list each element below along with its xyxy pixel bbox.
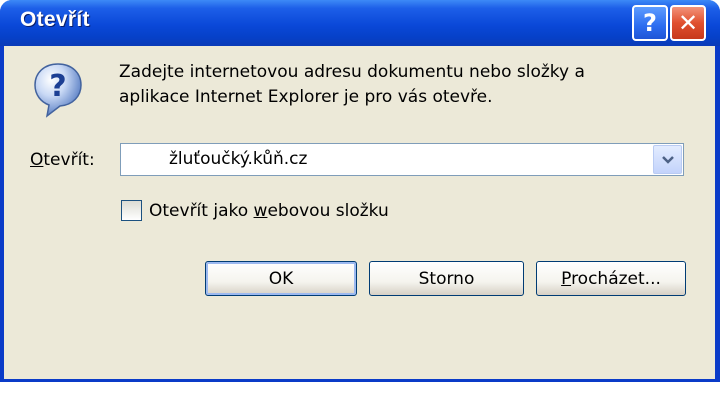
message-line-1: Zadejte internetovou adresu dokumentu ne… xyxy=(119,62,585,82)
title-bar[interactable]: Otevřít ? ✕ xyxy=(0,0,720,46)
browse-button-label: Procházet... xyxy=(561,268,661,289)
ok-button-label: OK xyxy=(268,268,294,289)
webfolder-option[interactable]: Otevřít jako webovou složku xyxy=(121,200,389,221)
browse-button[interactable]: Procházet... xyxy=(536,261,686,296)
close-button[interactable]: ✕ xyxy=(670,5,706,41)
address-label-accel: O xyxy=(30,150,44,170)
address-label: Otevřít: xyxy=(30,150,95,170)
address-input[interactable]: žluťoučký.kůň.cz xyxy=(169,149,307,169)
webfolder-label[interactable]: Otevřít jako webovou složku xyxy=(149,201,389,221)
dialog-message: Zadejte internetovou adresu dokumentu ne… xyxy=(119,60,679,110)
svg-text:?: ? xyxy=(49,69,66,104)
webfolder-checkbox[interactable] xyxy=(121,200,142,221)
ok-button[interactable]: OK xyxy=(205,261,357,296)
cancel-button[interactable]: Storno xyxy=(369,261,524,296)
help-button[interactable]: ? xyxy=(632,5,668,41)
chevron-down-icon xyxy=(661,155,674,164)
address-combobox[interactable]: žluťoučký.kůň.cz xyxy=(120,143,684,176)
question-icon: ? xyxy=(34,63,82,118)
open-dialog: Otevřít ? ✕ xyxy=(0,0,720,382)
close-icon: ✕ xyxy=(677,9,699,37)
dialog-title: Otevřít xyxy=(20,8,90,31)
address-label-rest: tevřít: xyxy=(43,150,95,170)
cancel-button-label: Storno xyxy=(418,268,475,289)
help-icon: ? xyxy=(643,9,657,37)
dropdown-button[interactable] xyxy=(653,145,682,174)
message-line-2: aplikace Internet Explorer je pro vás ot… xyxy=(119,87,493,107)
